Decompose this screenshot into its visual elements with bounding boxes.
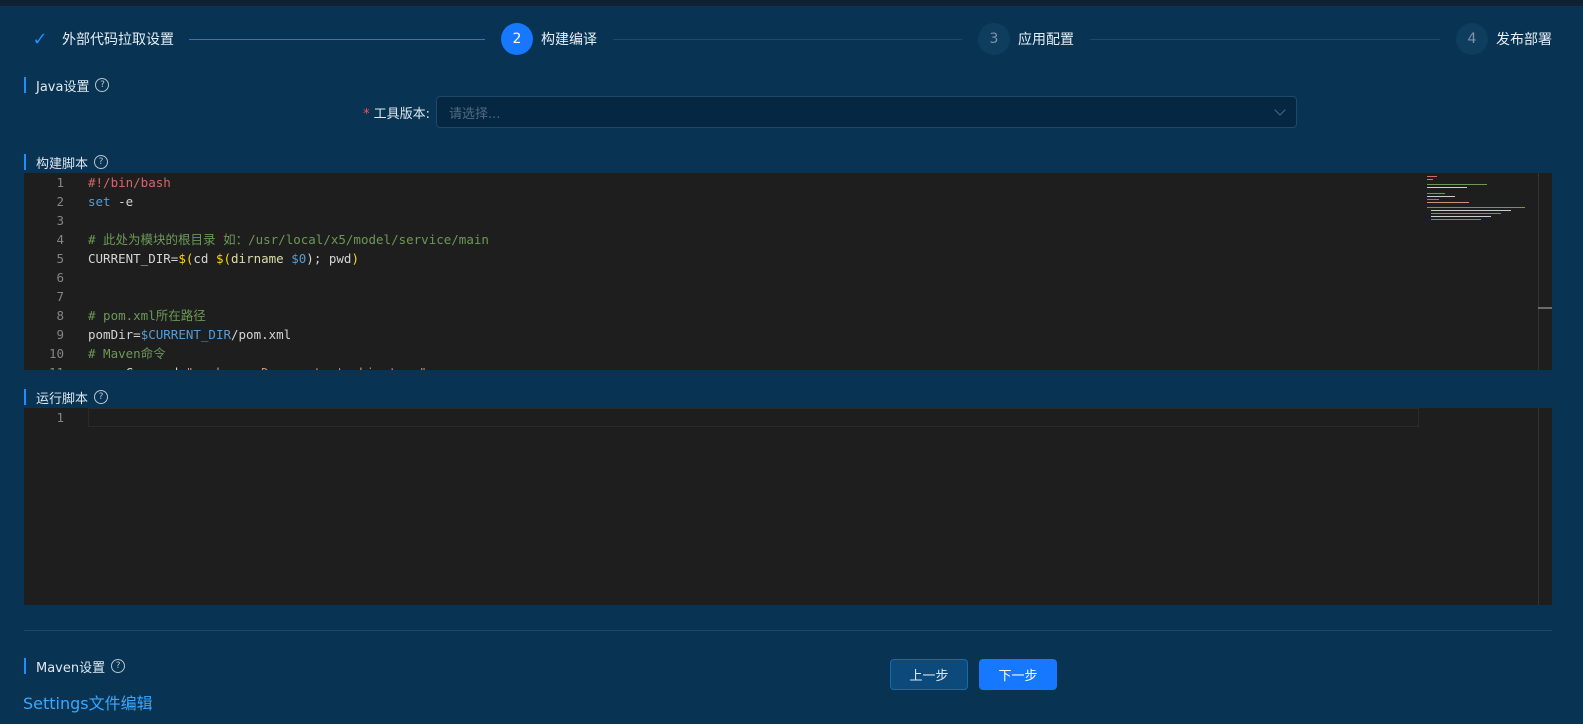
java-settings-header: Java设置 ? xyxy=(24,77,110,95)
code-token: mavenCommand= xyxy=(88,365,186,370)
section-divider xyxy=(24,630,1552,631)
tool-version-select[interactable]: 请选择... xyxy=(436,96,1297,128)
code-line[interactable]: 4 # 此处为模块的根目录 如：/usr/local/x5/model/servi… xyxy=(24,230,1424,249)
step-4[interactable]: 4 发布部署 xyxy=(1456,22,1552,56)
code-line[interactable]: 5 CURRENT_DIR=$(cd $(dirname $0); pwd) xyxy=(24,249,1424,268)
code-line[interactable]: 7 xyxy=(24,287,1424,306)
help-icon[interactable]: ? xyxy=(94,390,109,404)
build-script-editor[interactable]: 11 mavenCommand="package -Dmaven.test.ski… xyxy=(24,173,1552,370)
build-script-title: 构建脚本 xyxy=(36,156,89,172)
step-connector-1 xyxy=(189,39,485,40)
code-token: ) xyxy=(351,251,359,266)
code-token: $0 xyxy=(291,251,307,266)
code-token: $CURRENT_DIR xyxy=(140,327,231,342)
java-settings-title: Java设置 xyxy=(36,79,90,95)
code-text: #!/bin/bash xyxy=(88,173,171,192)
code-text: CURRENT_DIR=$(cd $(dirname $0); pwd) xyxy=(88,249,359,268)
step-1[interactable]: ✓ 外部代码拉取设置 xyxy=(24,22,174,56)
code-line[interactable]: 8 # pom.xml所在路径 xyxy=(24,306,1424,325)
code-text: set -e xyxy=(88,192,133,211)
code-text: # pom.xml所在路径 xyxy=(88,306,206,325)
line-number: 3 xyxy=(56,213,64,228)
code-token: # Maven命令 xyxy=(88,346,166,361)
build-script-header: 构建脚本 ? xyxy=(24,154,109,172)
step-3[interactable]: 3 应用配置 xyxy=(978,22,1074,56)
step-2-index: 2 xyxy=(501,23,533,55)
code-token: CURRENT_DIR= xyxy=(88,251,179,266)
code-token: $( xyxy=(178,251,194,266)
tool-version-colon: : xyxy=(425,107,430,122)
line-number: 4 xyxy=(56,232,64,247)
prev-step-button[interactable]: 上一步 xyxy=(890,659,968,690)
line-number: 10 xyxy=(48,346,64,361)
code-token: cd xyxy=(193,251,216,266)
step-connector-2 xyxy=(613,39,962,40)
check-icon: ✓ xyxy=(32,28,48,50)
code-text: pomDir=$CURRENT_DIR/pom.xml xyxy=(88,325,291,344)
line-number: 6 xyxy=(56,270,64,285)
code-token: -e xyxy=(110,194,134,209)
build-compile-page: ✓ 外部代码拉取设置 2 构建编译 3 应用配置 4 发布部署 Java设置 ?… xyxy=(0,0,1568,724)
required-mark: * xyxy=(363,107,370,122)
maven-settings-title: Maven设置 xyxy=(36,660,106,676)
code-token: pomDir= xyxy=(88,327,141,342)
code-token: ); pwd xyxy=(306,251,352,266)
code-text: mavenCommand="package -Dmaven.test.skip=… xyxy=(88,363,427,370)
code-token: dirname xyxy=(231,251,292,266)
help-icon[interactable]: ? xyxy=(94,155,109,169)
editor-scrollbar[interactable] xyxy=(1538,408,1552,605)
code-token: "package -Dmaven.test.skip=true" xyxy=(186,365,427,370)
code-line[interactable]: 1 #!/bin/bash xyxy=(24,173,1424,192)
editor-minimap[interactable] xyxy=(1427,175,1527,225)
code-token: $( xyxy=(215,251,232,266)
code-line[interactable]: 2 set -e xyxy=(24,192,1424,211)
steps-bar: ✓ 外部代码拉取设置 2 构建编译 3 应用配置 4 发布部署 xyxy=(0,22,1568,56)
run-script-editor[interactable]: 1 xyxy=(24,408,1552,605)
step-2-title: 构建编译 xyxy=(541,32,597,48)
line-number: 7 xyxy=(56,289,64,304)
settings-file-edit-link[interactable]: Settings文件编辑 xyxy=(23,690,153,714)
code-line[interactable]: 3 xyxy=(24,211,1424,230)
help-icon[interactable]: ? xyxy=(111,659,126,673)
line-number: 8 xyxy=(56,308,64,323)
run-script-title: 运行脚本 xyxy=(36,391,89,407)
line-number: 2 xyxy=(56,194,64,209)
step-1-title: 外部代码拉取设置 xyxy=(62,32,174,48)
chevron-down-icon xyxy=(1274,104,1286,116)
code-text: # Maven命令 xyxy=(88,344,166,363)
code-line[interactable]: 11 mavenCommand="package -Dmaven.test.ski… xyxy=(24,363,1424,370)
code-line[interactable]: 6 xyxy=(24,268,1424,287)
editor-scrollbar[interactable] xyxy=(1538,173,1552,370)
code-token: #!/bin/bash xyxy=(88,175,171,190)
help-icon[interactable]: ? xyxy=(95,78,110,92)
line-number: 1 xyxy=(56,175,64,190)
line-number: 5 xyxy=(56,251,64,266)
step-2[interactable]: 2 构建编译 xyxy=(501,22,597,56)
next-step-button[interactable]: 下一步 xyxy=(979,659,1057,690)
line-number: 11 xyxy=(24,363,64,370)
tool-version-label-text: 工具版本 xyxy=(373,107,426,122)
step-3-title: 应用配置 xyxy=(1018,32,1074,48)
line-number: 1 xyxy=(56,410,64,425)
maven-settings-header: Maven设置 ? xyxy=(24,658,126,676)
code-token: set xyxy=(88,194,111,209)
code-line[interactable]: 10 # Maven命令 xyxy=(24,344,1424,363)
code-text: # 此处为模块的根目录 如：/usr/local/x5/model/servic… xyxy=(88,230,489,249)
code-line[interactable]: 1 xyxy=(24,408,1424,427)
tool-version-label: * 工具版本: xyxy=(340,103,430,122)
tool-version-placeholder: 请选择... xyxy=(449,106,501,122)
step-connector-3 xyxy=(1090,39,1440,40)
code-token: # 此处为模块的根目录 如：/usr/local/x5/model/servic… xyxy=(88,232,489,247)
run-script-header: 运行脚本 ? xyxy=(24,389,109,407)
code-line[interactable]: 9 pomDir=$CURRENT_DIR/pom.xml xyxy=(24,325,1424,344)
step-3-index: 3 xyxy=(978,23,1010,55)
code-token: /pom.xml xyxy=(231,327,292,342)
step-4-index: 4 xyxy=(1456,23,1488,55)
line-number: 9 xyxy=(56,327,64,342)
step-4-title: 发布部署 xyxy=(1496,32,1552,48)
code-token: # pom.xml所在路径 xyxy=(88,308,206,323)
